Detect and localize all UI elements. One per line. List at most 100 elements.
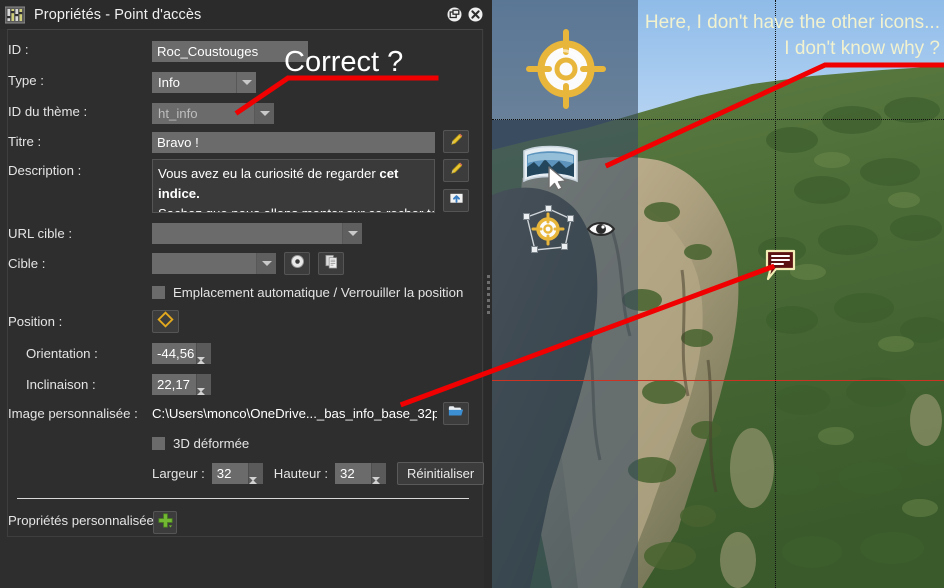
target-url-value bbox=[152, 223, 342, 244]
properties-panel: Propriétés - Point d'accès ID: Roc_Cous… bbox=[0, 0, 490, 588]
orientation-spin-buttons[interactable] bbox=[196, 343, 211, 378]
edit-title-button[interactable] bbox=[443, 130, 469, 153]
diamond-marker-icon bbox=[157, 310, 174, 333]
field-row-position: Position : bbox=[8, 314, 62, 329]
title-input[interactable]: Bravo ! bbox=[152, 132, 435, 153]
eye-visibility-icon[interactable] bbox=[586, 218, 616, 245]
title-label: Titre : bbox=[8, 134, 42, 149]
chevron-down-icon bbox=[342, 223, 362, 244]
inclination-spin-buttons[interactable] bbox=[196, 374, 211, 409]
target-copy-button[interactable] bbox=[318, 252, 344, 275]
target-url-select[interactable] bbox=[152, 223, 362, 244]
type-select[interactable]: Info bbox=[152, 72, 256, 93]
theme-id-label: ID du thème : bbox=[8, 104, 88, 119]
field-row-target: Cible : bbox=[8, 256, 45, 271]
theme-id-value: ht_info bbox=[152, 103, 254, 124]
type-select-value: Info bbox=[152, 72, 236, 93]
auto-placement-row: Emplacement automatique / Verrouiller la… bbox=[152, 285, 463, 300]
panorama-click-icon[interactable] bbox=[521, 143, 581, 196]
speech-bubble-info-icon[interactable] bbox=[763, 249, 797, 288]
panel-splitter[interactable] bbox=[484, 0, 492, 588]
description-line-2: Sachez que nous allons monter sur ce roc… bbox=[158, 204, 434, 212]
horizon-line bbox=[492, 380, 944, 381]
field-row-type: Type : bbox=[8, 73, 44, 88]
undock-icon[interactable] bbox=[447, 7, 462, 22]
chevron-down-icon bbox=[254, 103, 274, 124]
import-description-button[interactable] bbox=[443, 189, 469, 212]
width-label: Largeur : bbox=[152, 466, 205, 481]
crosshair-target-icon[interactable] bbox=[525, 28, 607, 115]
field-row-theme-id: ID du thème : bbox=[8, 104, 87, 119]
orientation-label: Orientation : bbox=[26, 346, 98, 361]
browse-image-button[interactable] bbox=[443, 402, 469, 425]
inclination-label: Inclinaison : bbox=[26, 377, 96, 392]
close-icon[interactable] bbox=[468, 7, 483, 22]
id-input[interactable]: Roc_Coustouges bbox=[152, 41, 308, 62]
guide-line-vertical bbox=[775, 0, 776, 588]
deformed-3d-checkbox[interactable] bbox=[152, 437, 165, 450]
titlebar: Propriétés - Point d'accès bbox=[0, 0, 490, 29]
orientation-value: -44,56 bbox=[152, 343, 196, 364]
target-url-label: URL cible : bbox=[8, 226, 73, 241]
field-row-custom-image: Image personnalisée : bbox=[8, 406, 138, 421]
panorama-viewer[interactable]: Here, I don't have the other icons... I … bbox=[492, 0, 944, 588]
app-root: Propriétés - Point d'accès ID: Roc_Cous… bbox=[0, 0, 944, 588]
pencil-edit-icon bbox=[449, 161, 464, 181]
properties-sliders-icon bbox=[4, 6, 26, 24]
section-divider bbox=[17, 498, 469, 499]
target-value bbox=[152, 253, 256, 274]
spin-down-icon[interactable] bbox=[372, 477, 386, 499]
type-label: Type : bbox=[8, 73, 44, 88]
id-label: ID : bbox=[8, 42, 29, 57]
reset-button[interactable]: Réinitialiser bbox=[397, 462, 485, 485]
custom-image-path[interactable]: C:\Users\monco\OneDrive..._bas_info_base… bbox=[152, 406, 437, 421]
folder-open-icon bbox=[448, 404, 464, 423]
height-spin-buttons[interactable] bbox=[371, 463, 387, 498]
inclination-stepper[interactable]: 22,17 bbox=[152, 374, 211, 409]
height-label: Hauteur : bbox=[273, 466, 329, 481]
field-row-inclination: Inclinaison : bbox=[26, 377, 96, 392]
field-row-orientation: Orientation : bbox=[26, 346, 98, 361]
target-record-button[interactable] bbox=[284, 252, 310, 275]
target-select[interactable] bbox=[152, 253, 276, 274]
width-stepper[interactable]: 32 bbox=[211, 463, 263, 498]
deformed-3d-row: 3D déformée bbox=[152, 436, 249, 451]
target-label: Cible : bbox=[8, 256, 46, 271]
size-row: Largeur : 32 Hauteur : 32 Réinitialiser bbox=[152, 462, 485, 498]
chevron-down-icon bbox=[236, 72, 256, 93]
chevron-down-icon bbox=[256, 253, 276, 274]
width-value: 32 bbox=[211, 463, 248, 484]
add-plus-icon bbox=[157, 512, 174, 534]
field-row-title: Titre : bbox=[8, 134, 41, 149]
position-label: Position : bbox=[8, 314, 63, 329]
copy-pages-icon bbox=[324, 254, 339, 274]
edit-description-button[interactable] bbox=[443, 159, 469, 182]
record-circle-icon bbox=[290, 254, 305, 274]
custom-properties-label: Propriétés personnalisées : bbox=[8, 513, 168, 528]
custom-image-label: Image personnalisée : bbox=[8, 406, 138, 421]
window-controls bbox=[447, 7, 483, 22]
field-row-id: ID : bbox=[8, 42, 29, 57]
annotation-line-2: I don't know why ? bbox=[784, 38, 940, 59]
splitter-grip-icon bbox=[486, 274, 490, 314]
deformed-3d-label: 3D déformée bbox=[173, 436, 250, 451]
width-spin-buttons[interactable] bbox=[247, 463, 263, 498]
position-marker-button[interactable] bbox=[152, 310, 179, 333]
annotation-line-1: Here, I don't have the other icons... bbox=[644, 12, 940, 33]
import-upload-icon bbox=[449, 191, 464, 211]
spin-down-icon[interactable] bbox=[248, 477, 263, 499]
window-title: Propriétés - Point d'accès bbox=[34, 6, 202, 23]
description-label: Description : bbox=[8, 163, 82, 178]
add-property-button[interactable] bbox=[153, 511, 177, 534]
field-row-target-url: URL cible : bbox=[8, 226, 72, 241]
height-stepper[interactable]: 32 bbox=[335, 463, 387, 498]
guide-line-horizontal bbox=[492, 119, 944, 120]
field-row-description: Description : bbox=[8, 163, 81, 178]
polygon-hotspot-icon[interactable] bbox=[521, 205, 577, 260]
description-textarea[interactable]: Vous avez eu la curiosité de regarder ce… bbox=[152, 159, 435, 213]
orientation-stepper[interactable]: -44,56 bbox=[152, 343, 211, 378]
description-line1-plain: Vous avez eu la curiosité de regarder bbox=[158, 166, 380, 181]
theme-id-select[interactable]: ht_info bbox=[152, 103, 274, 124]
custom-properties-row: Propriétés personnalisées : bbox=[8, 513, 168, 528]
auto-placement-checkbox[interactable] bbox=[152, 286, 165, 299]
